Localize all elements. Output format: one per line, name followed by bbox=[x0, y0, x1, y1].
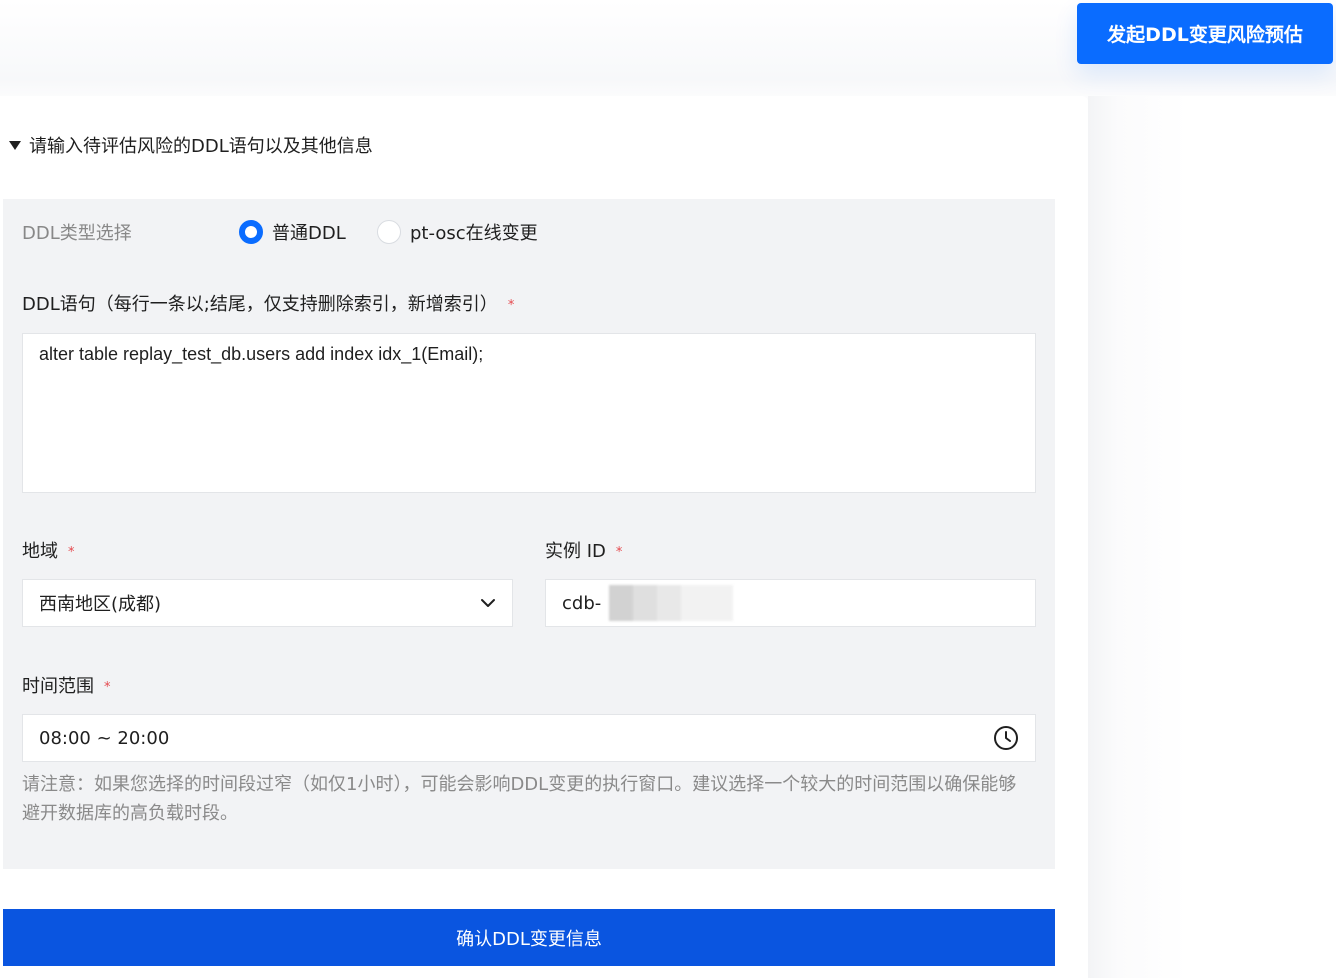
ddl-type-option-label: pt-osc在线变更 bbox=[410, 223, 538, 244]
region-label: 地域 * bbox=[22, 537, 75, 563]
instance-id-input[interactable]: cdb- bbox=[545, 579, 1036, 627]
start-ddl-risk-assessment-button[interactable]: 发起DDL变更风险预估 bbox=[1077, 3, 1333, 64]
collapse-triangle-icon bbox=[9, 140, 21, 150]
clock-icon bbox=[993, 725, 1019, 751]
time-range-picker[interactable]: 08:00 ~ 20:00 bbox=[22, 714, 1036, 762]
ddl-statement-label-text: DDL语句（每行一条以;结尾，仅支持删除索引，新增索引） bbox=[22, 294, 498, 315]
required-mark: * bbox=[615, 544, 623, 560]
redacted-blur bbox=[609, 585, 734, 621]
radio-unchecked-icon bbox=[377, 220, 401, 244]
chevron-down-icon bbox=[480, 598, 496, 608]
page: 发起DDL变更风险预估 请输入待评估风险的DDL语句以及其他信息 DDL类型选择… bbox=[0, 0, 1336, 978]
time-range-note: 请注意：如果您选择的时间段过窄（如仅1小时），可能会影响DDL变更的执行窗口。建… bbox=[22, 774, 1017, 824]
ddl-type-label: DDL类型选择 bbox=[22, 223, 132, 244]
region-select-value: 西南地区(成都) bbox=[39, 594, 162, 615]
region-label-text: 地域 bbox=[22, 541, 58, 562]
radio-checked-icon bbox=[239, 220, 263, 244]
time-range-label-text: 时间范围 bbox=[22, 676, 94, 697]
required-mark: * bbox=[507, 297, 515, 313]
instance-id-label: 实例 ID * bbox=[545, 537, 622, 563]
confirm-ddl-button[interactable]: 确认DDL变更信息 bbox=[3, 909, 1055, 966]
section-toggle[interactable]: 请输入待评估风险的DDL语句以及其他信息 bbox=[9, 132, 373, 158]
ddl-type-radio-pt-osc[interactable]: pt-osc在线变更 bbox=[377, 219, 538, 245]
instance-id-value: cdb- bbox=[562, 592, 602, 614]
ddl-statement-textarea[interactable]: alter table replay_test_db.users add ind… bbox=[22, 333, 1036, 493]
instance-id-label-text: 实例 ID bbox=[545, 541, 606, 562]
required-mark: * bbox=[68, 544, 75, 560]
required-mark: * bbox=[104, 679, 111, 695]
ddl-type-radio-normal[interactable]: 普通DDL bbox=[239, 219, 346, 245]
right-shade bbox=[1088, 96, 1336, 978]
ddl-type-option-label: 普通DDL bbox=[272, 223, 346, 244]
ddl-statement-label: DDL语句（每行一条以;结尾，仅支持删除索引，新增索引） * bbox=[22, 290, 514, 316]
time-range-label: 时间范围 * bbox=[22, 672, 111, 698]
time-range-value: 08:00 ~ 20:00 bbox=[39, 727, 170, 749]
section-title: 请输入待评估风险的DDL语句以及其他信息 bbox=[29, 136, 373, 157]
region-select[interactable]: 西南地区(成都) bbox=[22, 579, 513, 627]
